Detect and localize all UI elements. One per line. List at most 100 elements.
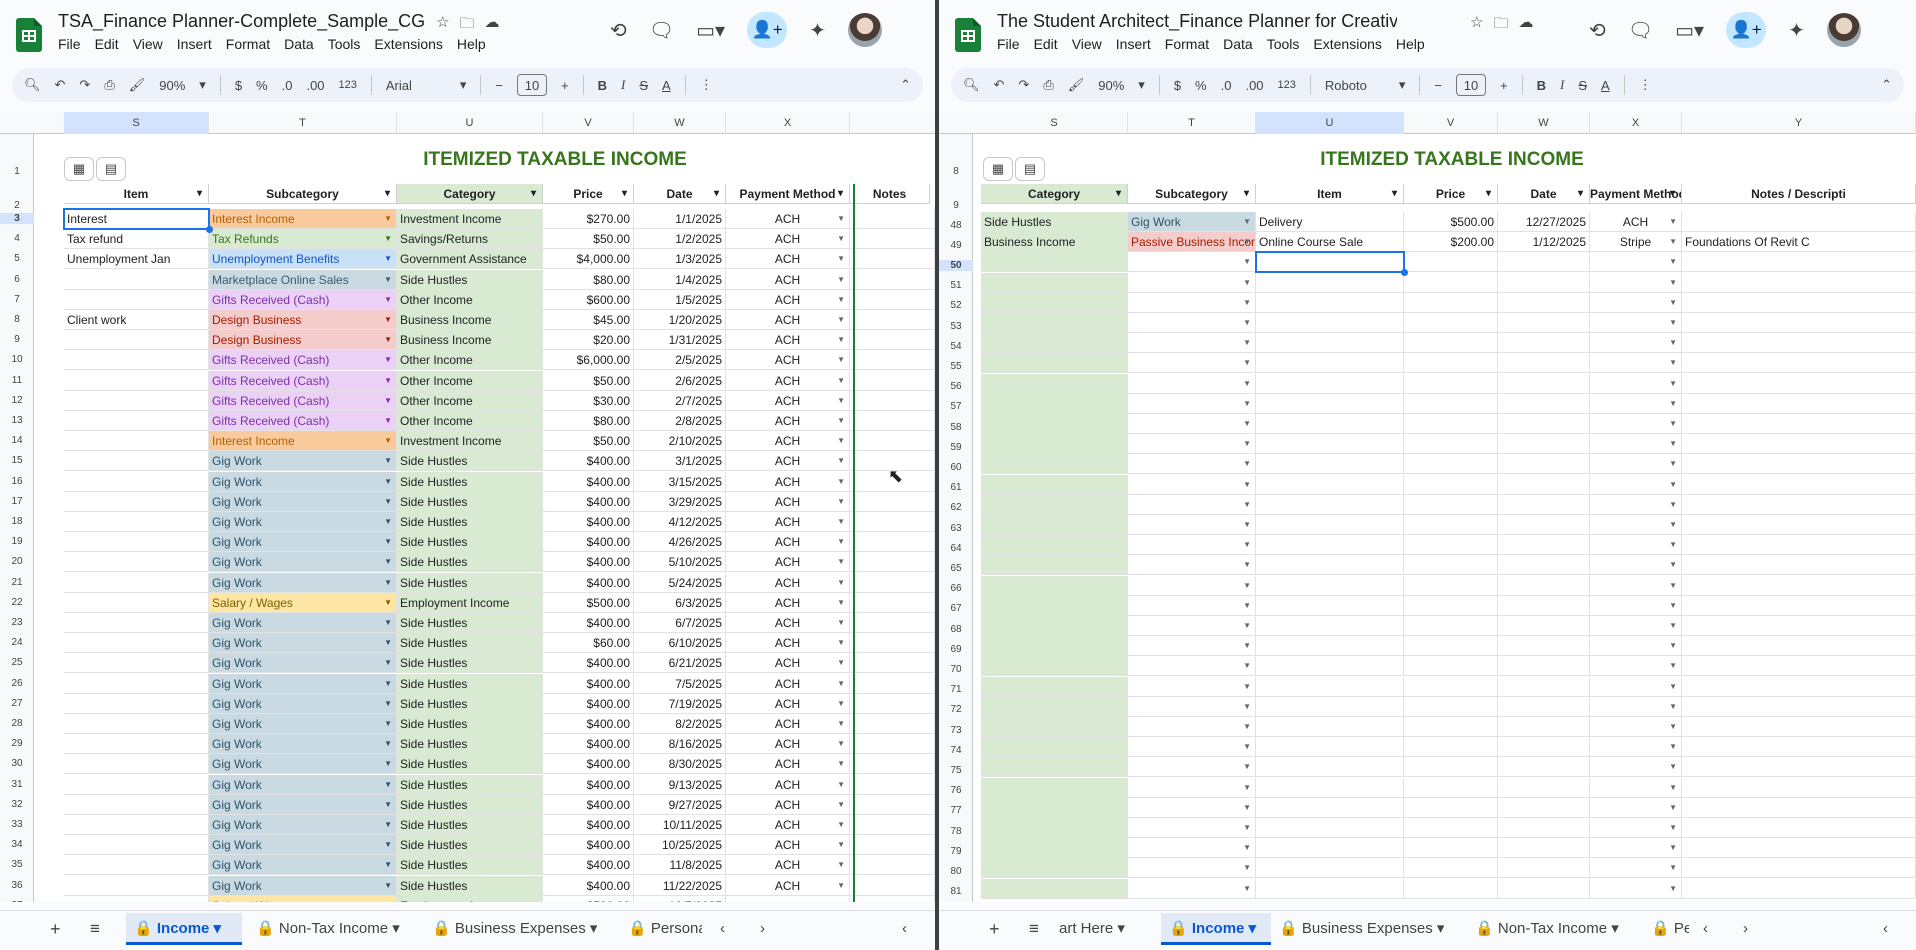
avatar[interactable] [1826,13,1861,47]
dropdown-arrow-icon[interactable]: ▼ [1669,576,1677,595]
gemini-icon[interactable]: ✦ [809,18,826,43]
dropdown-arrow-icon[interactable]: ▼ [384,896,392,902]
date-cell[interactable] [1498,717,1590,737]
notes-cell[interactable] [1682,393,1916,414]
row-number[interactable]: 30 [0,758,34,769]
column-header-v[interactable]: V [543,112,634,134]
notes-cell[interactable] [850,330,935,351]
subcategory-chip[interactable]: Design Business ▼ [209,310,397,330]
dropdown-arrow-icon[interactable]: ▼ [384,371,392,390]
item-cell[interactable] [64,895,209,902]
subcategory-chip[interactable]: ▼ [1128,595,1256,616]
bold-icon[interactable]: B [1537,78,1546,93]
dropdown-arrow-icon[interactable]: ▼ [1669,616,1677,635]
category-cell[interactable]: Side Hustles [397,815,543,835]
notes-cell[interactable] [1682,212,1916,232]
row-number[interactable]: 36 [0,880,34,891]
item-cell[interactable] [1256,595,1404,616]
row-number[interactable]: 1 [0,166,34,177]
item-cell[interactable] [64,471,209,492]
subcategory-chip[interactable]: ▼ [1128,474,1256,495]
menu-edit[interactable]: Edit [1034,36,1058,52]
table-header-notes[interactable]: Notes [850,184,930,204]
dropdown-arrow-icon[interactable]: ▼ [1669,596,1677,615]
dropdown-arrow-icon[interactable]: ▼ [1669,717,1677,736]
currency-format-icon[interactable]: $ [1174,78,1181,93]
dropdown-arrow-icon[interactable]: ▼ [1243,555,1251,574]
dropdown-arrow-icon[interactable]: ▼ [1669,778,1677,797]
notes-cell[interactable] [1682,515,1916,535]
row-number[interactable]: 11 [0,375,34,386]
selection-handle[interactable] [206,226,213,233]
table-header-payment-method[interactable]: Payment Method ▾ [1590,184,1682,204]
currency-format-icon[interactable]: $ [235,78,242,93]
filter-chevron-icon[interactable]: ▾ [622,184,627,203]
dropdown-arrow-icon[interactable]: ▼ [1669,535,1677,554]
price-cell[interactable] [1404,494,1498,515]
dropdown-arrow-icon[interactable]: ▼ [1243,818,1251,837]
item-cell[interactable] [64,794,209,815]
item-cell[interactable]: Unemployment Jan [64,249,209,270]
italic-icon[interactable]: I [621,77,625,93]
price-cell[interactable]: $50.00 [543,370,634,391]
dropdown-arrow-icon[interactable]: ▼ [1243,515,1251,534]
decrease-decimal-icon[interactable]: .0 [1221,78,1232,93]
notes-cell[interactable] [850,532,935,553]
row-number[interactable]: 19 [0,536,34,547]
row-number[interactable]: 7 [0,294,34,305]
notes-cell[interactable] [1682,272,1916,293]
payment-method-cell[interactable]: ▼ [1590,818,1682,838]
subcategory-chip[interactable]: ▼ [1128,757,1256,778]
category-cell[interactable] [981,414,1128,434]
dropdown-arrow-icon[interactable]: ▼ [1669,697,1677,716]
print-icon[interactable]: ⎙ [104,77,114,93]
payment-method-cell[interactable]: ACH ▼ [726,673,850,694]
payment-method-cell[interactable]: ACH ▼ [726,491,850,512]
notes-cell[interactable] [1682,878,1916,899]
tab-personal[interactable]: 🔒 Persona [628,913,702,945]
subcategory-chip[interactable]: ▼ [1128,858,1256,879]
price-cell[interactable] [1404,616,1498,636]
item-cell[interactable] [64,451,209,472]
chevron-down-icon[interactable]: ▾ [1399,77,1406,93]
item-cell[interactable] [1256,535,1404,556]
category-cell[interactable] [981,292,1128,313]
date-cell[interactable]: 2/7/2025 [634,390,726,411]
category-cell[interactable] [981,575,1128,596]
payment-method-cell[interactable]: ▼ [1590,676,1682,697]
payment-method-cell[interactable]: ACH ▼ [726,330,850,351]
subcategory-chip[interactable]: Gifts Received (Cash) ▼ [209,350,397,371]
menu-file[interactable]: File [997,36,1020,52]
item-cell[interactable] [64,431,209,452]
increase-decimal-icon[interactable]: .00 [306,78,324,93]
price-cell[interactable]: $400.00 [543,794,634,815]
subcategory-chip[interactable]: ▼ [1128,717,1256,737]
column-header-t[interactable]: T [1128,112,1256,134]
payment-method-cell[interactable]: ACH ▼ [726,552,850,573]
price-cell[interactable]: $50.00 [543,229,634,250]
row-number[interactable]: 72 [939,704,973,715]
item-cell[interactable] [1256,252,1404,273]
payment-method-cell[interactable]: ▼ [1590,292,1682,313]
move-folder-icon[interactable]: 🗀 [1493,13,1508,38]
filter-chevron-icon[interactable]: ▾ [1116,184,1121,203]
date-cell[interactable]: 6/3/2025 [634,592,726,613]
item-cell[interactable] [1256,555,1404,576]
subcategory-chip[interactable]: ▼ [1128,737,1256,758]
payment-method-cell[interactable]: ACH ▼ [726,390,850,411]
dropdown-arrow-icon[interactable]: ▼ [384,290,392,309]
tab-non-tax-income[interactable]: 🔒 Non-Tax Income ▾ [256,913,400,945]
price-cell[interactable]: $500.00 [1404,212,1498,232]
dropdown-arrow-icon[interactable]: ▼ [1243,232,1251,251]
payment-method-cell[interactable]: ACH ▼ [726,431,850,452]
item-cell[interactable] [64,532,209,553]
text-color-icon[interactable]: A [1601,78,1610,93]
notes-cell[interactable] [1682,737,1916,758]
document-title[interactable]: TSA_Finance Planner-Complete_Sample_CG [58,11,425,32]
notes-cell[interactable] [850,875,935,896]
item-cell[interactable] [64,815,209,835]
date-cell[interactable] [1498,575,1590,596]
notes-cell[interactable] [850,815,935,835]
price-cell[interactable] [1404,373,1498,394]
subcategory-chip[interactable]: Interest Income ▼ [209,209,397,229]
